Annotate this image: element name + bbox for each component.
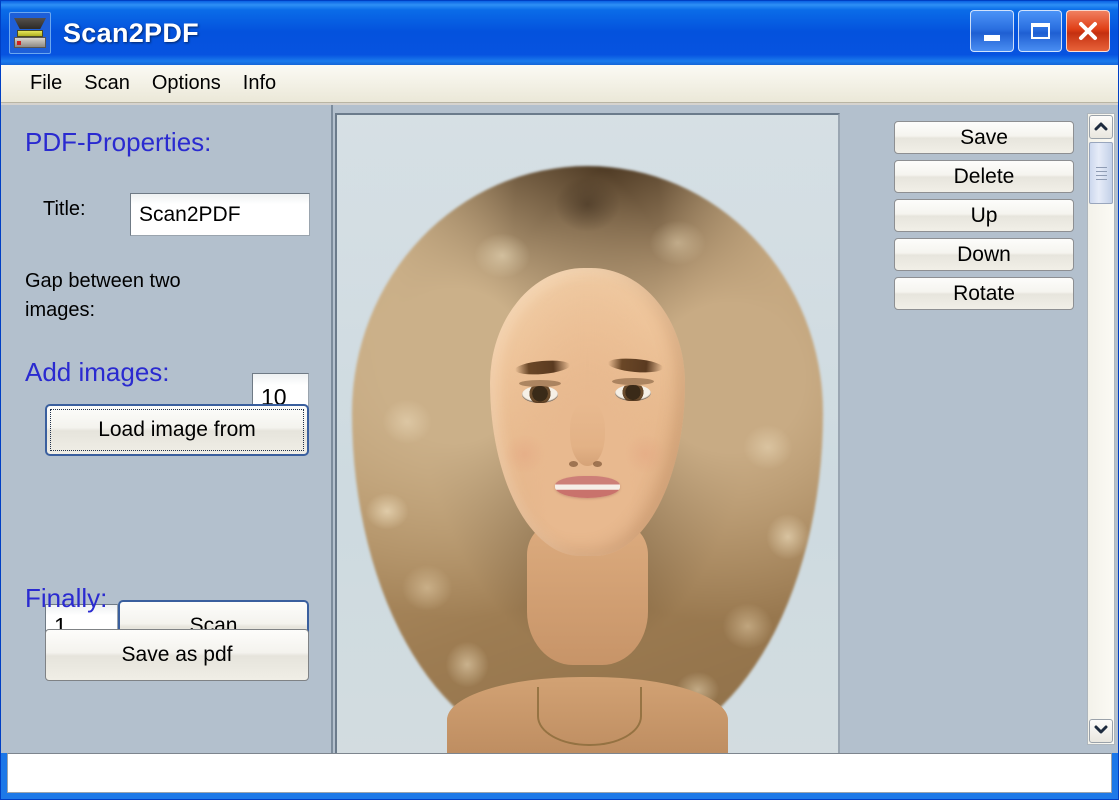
- window-controls: [970, 10, 1110, 52]
- grip-line: [1095, 170, 1107, 172]
- down-button[interactable]: Down: [894, 238, 1074, 271]
- title-input[interactable]: Scan2PDF: [130, 193, 310, 236]
- pdf-properties-heading: PDF-Properties:: [25, 127, 212, 157]
- menu-item-options[interactable]: Options: [141, 70, 232, 97]
- delete-button[interactable]: Delete: [894, 160, 1074, 193]
- focus-indicator: [50, 409, 304, 451]
- chevron-up-icon: [1094, 118, 1108, 136]
- maximize-button[interactable]: [1018, 10, 1062, 52]
- rotate-button[interactable]: Rotate: [894, 277, 1074, 310]
- scroll-down-button[interactable]: [1089, 719, 1113, 743]
- save-button[interactable]: Save: [894, 121, 1074, 154]
- preview-region: Save Delete Up Down Rotate: [333, 105, 1118, 753]
- grip-line: [1095, 166, 1107, 168]
- menu-item-file[interactable]: File: [19, 70, 73, 97]
- scrollbar-thumb[interactable]: [1089, 142, 1113, 204]
- status-bar: [7, 753, 1112, 793]
- close-icon: [1077, 20, 1099, 42]
- maximize-icon: [1030, 23, 1050, 39]
- chevron-down-icon: [1094, 722, 1108, 740]
- grip-line: [1095, 178, 1107, 180]
- add-images-heading: Add images:: [25, 357, 170, 387]
- up-button[interactable]: Up: [894, 199, 1074, 232]
- preview-scrollbar[interactable]: [1087, 113, 1115, 745]
- title-label: Title:: [43, 198, 86, 220]
- menu-item-info[interactable]: Info: [232, 70, 287, 97]
- menu-bar: File Scan Options Info: [1, 65, 1118, 103]
- application-window: Scan2PDF File Scan Options Info PDF-Prop…: [0, 0, 1119, 800]
- close-button[interactable]: [1066, 10, 1110, 52]
- gap-label: Gap between two images:: [25, 270, 181, 321]
- client-area: PDF-Properties: Title: Scan2PDF Gap betw…: [1, 103, 1118, 753]
- grip-line: [1095, 174, 1107, 176]
- scanned-photo: [337, 115, 838, 753]
- load-image-from-button[interactable]: Load image from: [45, 404, 309, 456]
- image-actions-column: Save Delete Up Down Rotate: [884, 113, 1084, 745]
- scroll-up-button[interactable]: [1089, 115, 1113, 139]
- window-title: Scan2PDF: [63, 17, 199, 48]
- scanner-icon: [9, 12, 51, 54]
- menu-item-scan[interactable]: Scan: [73, 70, 141, 97]
- finally-heading: Finally:: [25, 583, 108, 613]
- minimize-icon: [984, 34, 1000, 41]
- save-as-pdf-button[interactable]: Save as pdf: [45, 629, 309, 681]
- title-bar[interactable]: Scan2PDF: [1, 1, 1118, 65]
- minimize-button[interactable]: [970, 10, 1014, 52]
- image-preview[interactable]: [335, 113, 840, 753]
- left-control-panel: PDF-Properties: Title: Scan2PDF Gap betw…: [1, 105, 333, 753]
